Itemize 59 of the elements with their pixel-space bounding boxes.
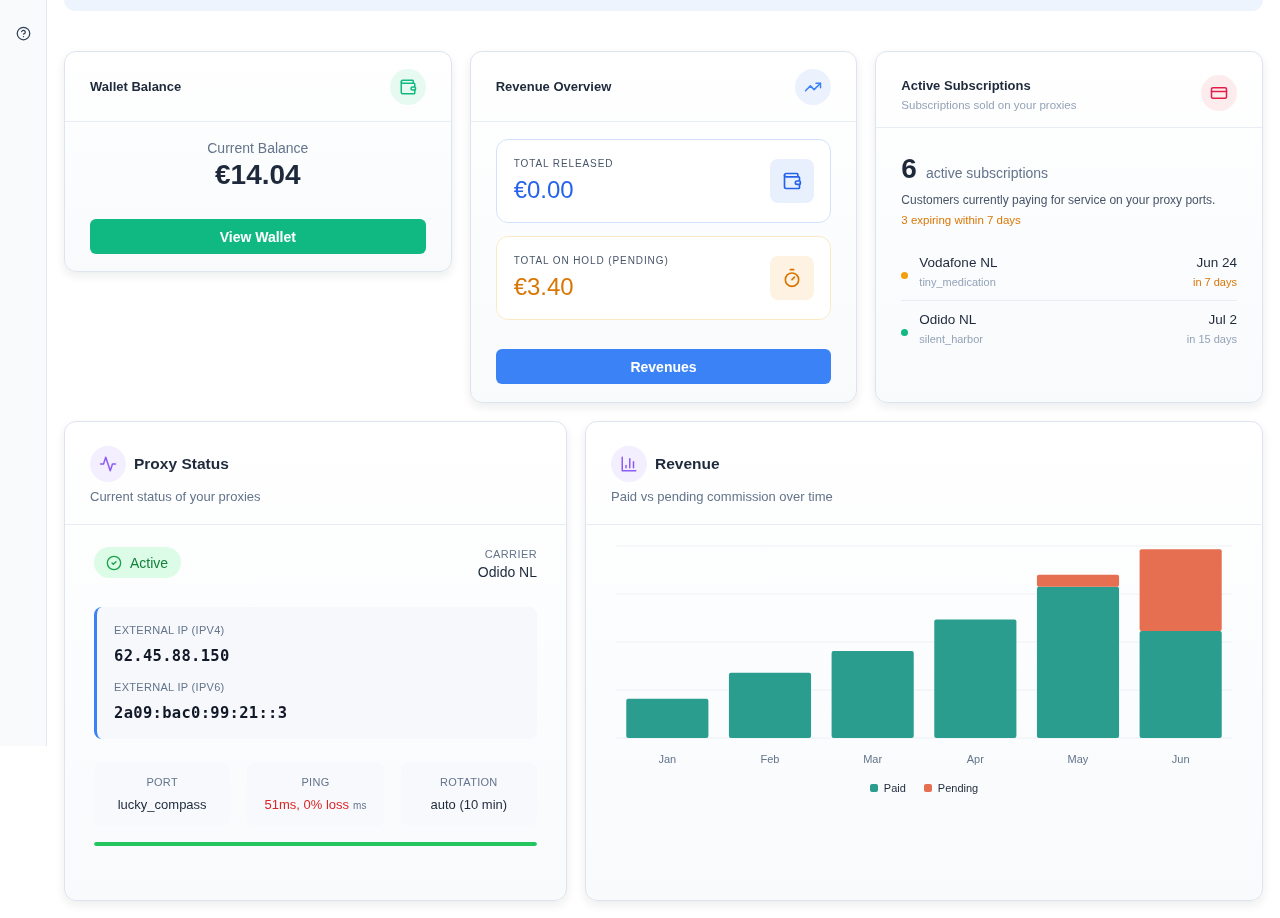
- subscription-count: 6: [901, 152, 917, 186]
- ip-value: 2a09:bac0:99:21::3: [114, 703, 288, 723]
- legend-label: Pending: [937, 781, 979, 795]
- subscriptions-description: Customers currently paying for service on your proxy ports.: [901, 192, 1217, 208]
- expiry-date: Jul 2: [1208, 311, 1237, 329]
- ip-value: 62.45.88.150: [114, 646, 230, 666]
- check-circle-icon: [106, 554, 122, 571]
- card-title: Active Subscriptions: [901, 77, 1031, 94]
- month-label: May: [1067, 752, 1089, 766]
- card-subtitle: Subscriptions sold on your proxies: [901, 98, 1077, 113]
- credit-card-icon: [1201, 75, 1237, 111]
- pulse-icon: [90, 446, 126, 482]
- subscription-port: tiny_medication: [919, 275, 996, 290]
- stat-label: PORT: [146, 775, 178, 789]
- bar-chart-icon: [611, 446, 647, 482]
- revenues-button[interactable]: Revenues: [495, 349, 832, 384]
- count-label: active subscriptions: [925, 165, 1049, 181]
- stat-value: 51ms, 0% loss: [264, 796, 350, 813]
- month-label: Feb: [760, 752, 780, 766]
- carrier-value: Odido NL: [477, 563, 537, 581]
- subscription-carrier: Odido NL: [919, 311, 977, 329]
- card-subtitle: Current status of your proxies: [90, 488, 262, 506]
- balance-amount: €14.04: [215, 158, 301, 192]
- card-title: Revenue: [655, 455, 720, 473]
- help-icon[interactable]: [15, 26, 31, 41]
- ip-label: EXTERNAL IP (IPV4): [114, 623, 225, 637]
- wallet-icon: [770, 159, 815, 203]
- status-text: Active: [130, 554, 169, 571]
- balance-label: Current Balance: [207, 139, 309, 158]
- trend-up-icon: [795, 68, 832, 105]
- card-title: Proxy Status: [134, 455, 229, 473]
- subscription-port: silent_harbor: [919, 332, 983, 347]
- stat-label: TOTAL RELEASED: [513, 157, 614, 170]
- stat-label: PING: [301, 775, 330, 789]
- stat-amount: €0.00: [513, 174, 574, 205]
- expiry-relative: in 7 days: [1192, 275, 1237, 290]
- wallet-icon: [389, 68, 426, 105]
- month-label: Jun: [1171, 752, 1190, 766]
- card-title: Wallet Balance: [90, 79, 182, 94]
- expiry-date: Jun 24: [1196, 254, 1237, 272]
- month-label: Jan: [658, 752, 677, 766]
- carrier-label: CARRIER: [484, 547, 537, 561]
- month-label: Apr: [966, 752, 984, 766]
- legend-label: Paid: [883, 781, 906, 795]
- ip-label: EXTERNAL IP (IPV6): [114, 680, 225, 694]
- card-title: Revenue Overview: [495, 79, 612, 94]
- expiry-relative: in 15 days: [1186, 332, 1237, 347]
- card-subtitle: Paid vs pending commission over time: [611, 488, 834, 506]
- subscription-carrier: Vodafone NL: [919, 254, 998, 272]
- stopwatch-icon: [770, 256, 815, 300]
- expiring-note: 3 expiring within 7 days: [901, 213, 1022, 228]
- month-label: Mar: [863, 752, 883, 766]
- stat-value: auto (10 min): [430, 796, 508, 813]
- stat-value: lucky_compass: [117, 796, 207, 813]
- stat-amount: €3.40: [513, 271, 574, 302]
- stat-label: ROTATION: [440, 775, 498, 789]
- stat-unit: ms: [353, 800, 367, 811]
- view-wallet-button[interactable]: View Wallet: [90, 219, 426, 254]
- stat-label: TOTAL ON HOLD (PENDING): [513, 254, 669, 267]
